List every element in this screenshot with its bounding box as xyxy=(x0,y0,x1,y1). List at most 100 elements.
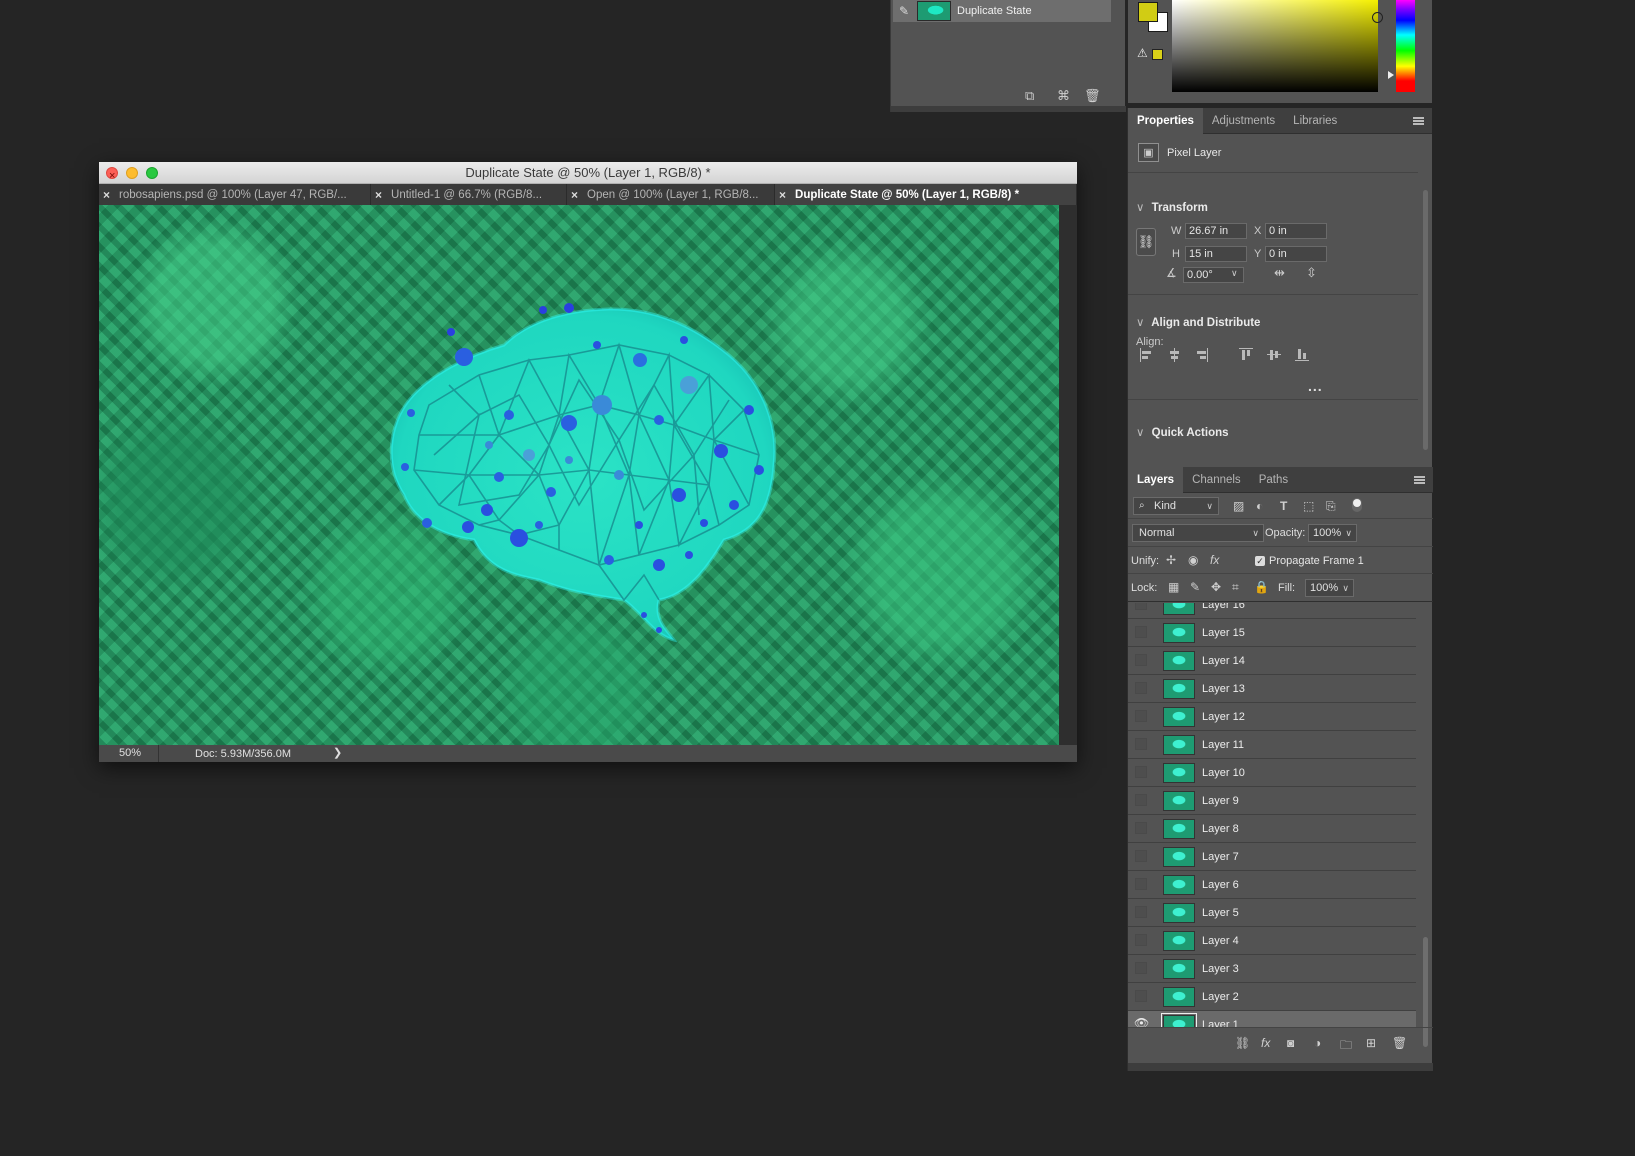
layer-row[interactable]: Layer 3 xyxy=(1128,955,1416,983)
layer-name[interactable]: Layer 7 xyxy=(1202,851,1239,863)
eye-icon[interactable]: 👁 xyxy=(1134,1016,1149,1027)
layer-name[interactable]: Layer 3 xyxy=(1202,963,1239,975)
layer-thumbnail[interactable] xyxy=(1163,819,1195,839)
close-tab-icon[interactable]: × xyxy=(103,188,110,202)
hue-slider[interactable] xyxy=(1396,0,1415,92)
layer-name[interactable]: Layer 14 xyxy=(1202,655,1245,667)
y-position-input[interactable]: 0 in xyxy=(1265,246,1327,262)
visibility-toggle[interactable] xyxy=(1135,878,1147,890)
doc-tab-open[interactable]: × Open @ 100% (Layer 1, RGB/8... xyxy=(567,184,775,205)
delete-layer-icon[interactable]: 🗑 xyxy=(1392,1036,1407,1050)
canvas-area[interactable] xyxy=(99,205,1077,745)
layer-thumbnail[interactable] xyxy=(1161,1013,1197,1027)
tab-properties[interactable]: Properties xyxy=(1128,107,1203,134)
layer-row[interactable]: Layer 7 xyxy=(1128,843,1416,871)
visibility-toggle[interactable] xyxy=(1135,794,1147,806)
panel-menu-icon[interactable] xyxy=(1414,476,1425,484)
gamut-warning-swatch[interactable] xyxy=(1152,49,1163,60)
close-tab-icon[interactable]: × xyxy=(779,188,786,202)
opacity-input[interactable]: 100% ∨ xyxy=(1308,524,1357,542)
add-layer-style-icon[interactable]: fx xyxy=(1261,1036,1270,1050)
link-dimensions-button[interactable]: ⛓ xyxy=(1136,228,1156,256)
layer-thumbnail[interactable] xyxy=(1163,875,1195,895)
layer-name[interactable]: Layer 8 xyxy=(1202,823,1239,835)
saturation-brightness-field[interactable] xyxy=(1172,0,1378,92)
layer-thumbnail[interactable] xyxy=(1163,763,1195,783)
more-options-button[interactable]: ... xyxy=(1308,378,1323,394)
doc-tab-robosapiens[interactable]: × robosapiens.psd @ 100% (Layer 47, RGB/… xyxy=(99,184,371,205)
filter-smart-object-icon[interactable]: ⎘ xyxy=(1326,499,1336,514)
properties-scrollbar[interactable] xyxy=(1423,190,1428,450)
layer-row[interactable]: Layer 15 xyxy=(1128,619,1416,647)
layer-row[interactable]: 👁 Layer 1 xyxy=(1128,1011,1416,1027)
layer-thumbnail[interactable] xyxy=(1163,651,1195,671)
unify-position-icon[interactable]: ✢ xyxy=(1166,553,1176,567)
layer-row[interactable]: Layer 8 xyxy=(1128,815,1416,843)
layer-name[interactable]: Layer 2 xyxy=(1202,991,1239,1003)
layer-name[interactable]: Layer 16 xyxy=(1202,603,1245,611)
color-picker-cursor[interactable] xyxy=(1372,12,1383,23)
visibility-toggle[interactable] xyxy=(1135,934,1147,946)
link-layers-icon[interactable]: ⛓ xyxy=(1235,1036,1250,1050)
lock-transparent-pixels-icon[interactable]: ▦ xyxy=(1168,580,1179,594)
doc-tab-untitled-1[interactable]: × Untitled-1 @ 66.7% (RGB/8... xyxy=(371,184,567,205)
visibility-toggle[interactable] xyxy=(1135,682,1147,694)
layer-row[interactable]: Layer 2 xyxy=(1128,983,1416,1011)
align-vertical-center-icon[interactable] xyxy=(1267,348,1281,362)
new-document-from-state-icon[interactable]: ⧉ xyxy=(1025,88,1034,104)
align-bottom-icon[interactable] xyxy=(1295,348,1309,362)
layer-name[interactable]: Layer 11 xyxy=(1202,739,1244,751)
filter-pixel-icon[interactable]: ▨ xyxy=(1233,499,1244,513)
layer-thumbnail[interactable] xyxy=(1163,959,1195,979)
window-maximize-button[interactable] xyxy=(146,167,158,179)
layer-name[interactable]: Layer 9 xyxy=(1202,795,1239,807)
quick-actions-section-header[interactable]: ∨ Quick Actions xyxy=(1136,425,1229,439)
camera-icon[interactable]: ⌘ xyxy=(1057,88,1070,104)
layer-name[interactable]: Layer 1 xyxy=(1202,1019,1239,1027)
panel-menu-icon[interactable] xyxy=(1413,117,1424,125)
panel-divider[interactable] xyxy=(1128,1063,1433,1071)
layer-thumbnail[interactable] xyxy=(1163,903,1195,923)
visibility-toggle[interactable] xyxy=(1135,738,1147,750)
layer-row[interactable]: Layer 9 xyxy=(1128,787,1416,815)
visibility-toggle[interactable] xyxy=(1135,962,1147,974)
panel-divider[interactable] xyxy=(891,106,1126,112)
flip-horizontal-icon[interactable]: ⇹ xyxy=(1274,265,1285,281)
visibility-toggle[interactable] xyxy=(1135,654,1147,666)
tab-layers[interactable]: Layers xyxy=(1128,466,1184,493)
tab-libraries[interactable]: Libraries xyxy=(1284,108,1346,134)
layer-thumbnail[interactable] xyxy=(1163,603,1195,615)
layer-row[interactable]: Layer 12 xyxy=(1128,703,1416,731)
chevron-down-icon[interactable]: ∨ xyxy=(1345,525,1352,541)
align-section-header[interactable]: ∨ Align and Distribute xyxy=(1136,315,1260,329)
layer-name[interactable]: Layer 4 xyxy=(1202,935,1239,947)
layer-thumbnail[interactable] xyxy=(1163,623,1195,643)
visibility-toggle[interactable] xyxy=(1135,603,1147,610)
history-state-row[interactable]: ✎ Duplicate State xyxy=(893,0,1111,22)
layer-thumbnail[interactable] xyxy=(1163,735,1195,755)
layer-row[interactable]: Layer 13 xyxy=(1128,675,1416,703)
layer-row[interactable]: Layer 5 xyxy=(1128,899,1416,927)
visibility-toggle[interactable] xyxy=(1135,626,1147,638)
layer-row[interactable]: Layer 10 xyxy=(1128,759,1416,787)
layer-row[interactable]: Layer 6 xyxy=(1128,871,1416,899)
align-top-icon[interactable] xyxy=(1239,348,1253,362)
fill-input[interactable]: 100% ∨ xyxy=(1305,579,1354,597)
foreground-color-swatch[interactable] xyxy=(1138,2,1158,22)
align-horizontal-center-icon[interactable] xyxy=(1168,348,1182,362)
layer-name[interactable]: Layer 13 xyxy=(1202,683,1245,695)
doc-tab-duplicate-state[interactable]: × Duplicate State @ 50% (Layer 1, RGB/8)… xyxy=(775,184,1077,205)
lock-position-icon[interactable]: ✥ xyxy=(1211,580,1221,594)
visibility-toggle[interactable] xyxy=(1135,822,1147,834)
visibility-toggle[interactable] xyxy=(1135,990,1147,1002)
window-close-button[interactable] xyxy=(106,165,118,187)
chevron-down-icon[interactable]: ∨ xyxy=(1342,580,1349,596)
unify-visibility-icon[interactable]: ◉ xyxy=(1188,553,1198,567)
visibility-toggle[interactable] xyxy=(1135,766,1147,778)
layer-row[interactable]: Layer 4 xyxy=(1128,927,1416,955)
document-titlebar[interactable]: Duplicate State @ 50% (Layer 1, RGB/8) * xyxy=(99,162,1077,187)
layer-row[interactable]: Layer 11 xyxy=(1128,731,1416,759)
layer-name[interactable]: Layer 12 xyxy=(1202,711,1245,723)
zoom-level-field[interactable]: 50% xyxy=(99,745,159,762)
unify-style-icon[interactable]: fx xyxy=(1210,553,1219,567)
